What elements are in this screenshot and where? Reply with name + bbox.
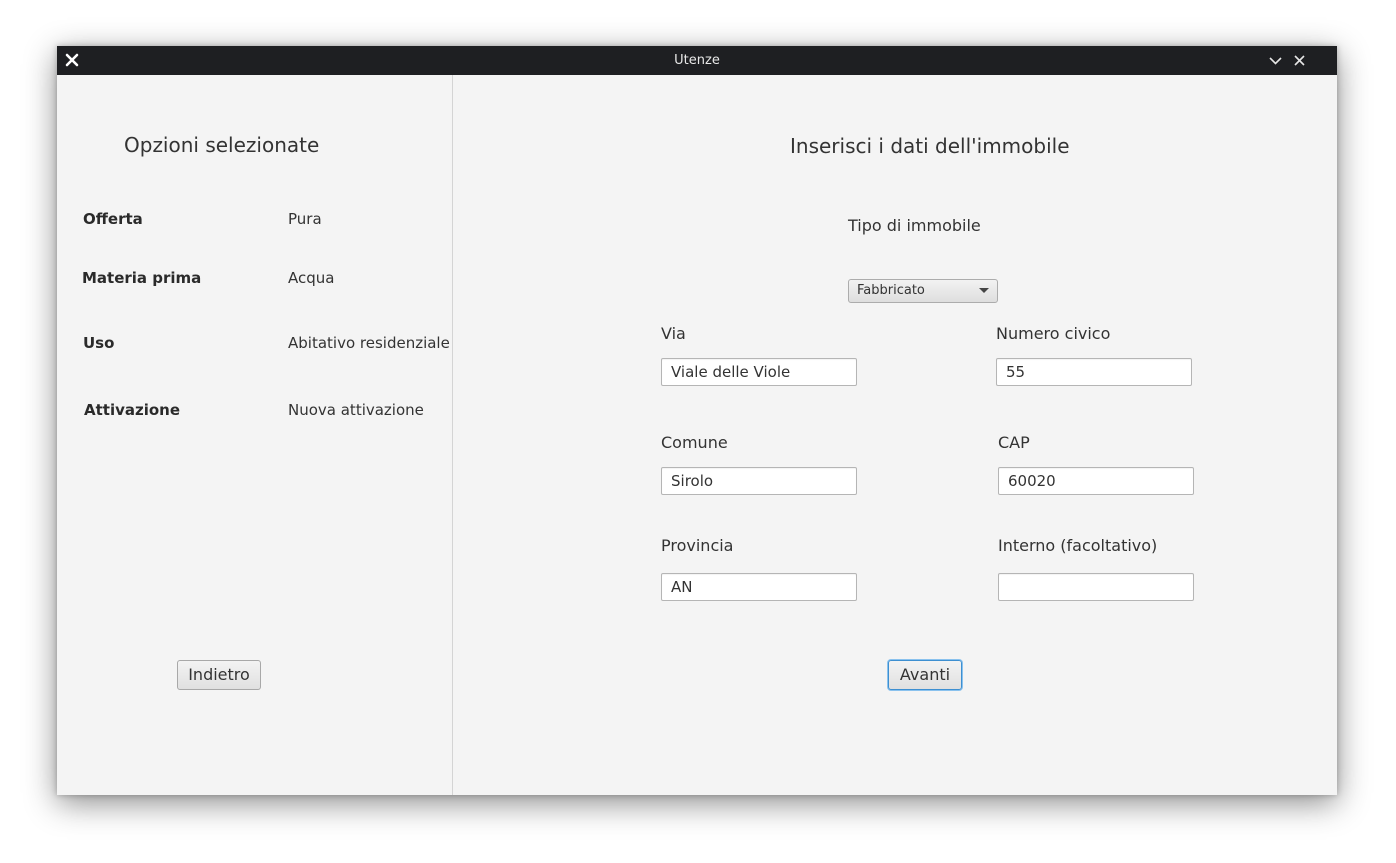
civico-input[interactable]	[996, 358, 1192, 386]
option-value-offerta: Pura	[288, 210, 322, 228]
option-label-attivazione: Attivazione	[84, 401, 181, 419]
comune-input[interactable]	[661, 467, 857, 495]
civico-label: Numero civico	[996, 324, 1111, 343]
title-bar: Utenze	[57, 46, 1337, 75]
window-title: Utenze	[674, 53, 720, 68]
option-label-uso: Uso	[83, 334, 115, 352]
app-window: Utenze Opzioni selezionate Offerta Pura …	[57, 46, 1337, 795]
property-form-panel: Inserisci i dati dell'immobile Tipo di i…	[453, 75, 1337, 795]
option-value-materia-prima: Acqua	[288, 269, 335, 287]
form-heading: Inserisci i dati dell'immobile	[790, 134, 1070, 158]
next-button[interactable]: Avanti	[888, 660, 962, 690]
comune-label: Comune	[661, 433, 728, 452]
interno-label: Interno (facoltativo)	[998, 536, 1158, 555]
via-input[interactable]	[661, 358, 857, 386]
option-label-materia-prima: Materia prima	[82, 269, 202, 287]
minimize-chevron-down-icon[interactable]	[1268, 53, 1283, 68]
cap-input[interactable]	[998, 467, 1194, 495]
provincia-input[interactable]	[661, 573, 857, 601]
interno-input[interactable]	[998, 573, 1194, 601]
selected-options-panel: Opzioni selezionate Offerta Pura Materia…	[57, 75, 453, 795]
property-type-select[interactable]: Fabbricato	[848, 279, 998, 303]
option-value-attivazione: Nuova attivazione	[288, 401, 424, 419]
via-label: Via	[661, 324, 686, 343]
option-label-offerta: Offerta	[83, 210, 143, 228]
provincia-label: Provincia	[661, 536, 734, 555]
property-type-selected: Fabbricato	[857, 283, 925, 298]
selected-options-heading: Opzioni selezionate	[124, 133, 320, 157]
close-icon[interactable]	[1292, 53, 1307, 68]
dropdown-arrow-icon	[979, 288, 989, 293]
cap-label: CAP	[998, 433, 1030, 452]
option-value-uso: Abitativo residenziale	[288, 334, 450, 352]
property-type-label: Tipo di immobile	[848, 216, 981, 235]
back-button[interactable]: Indietro	[177, 660, 261, 690]
